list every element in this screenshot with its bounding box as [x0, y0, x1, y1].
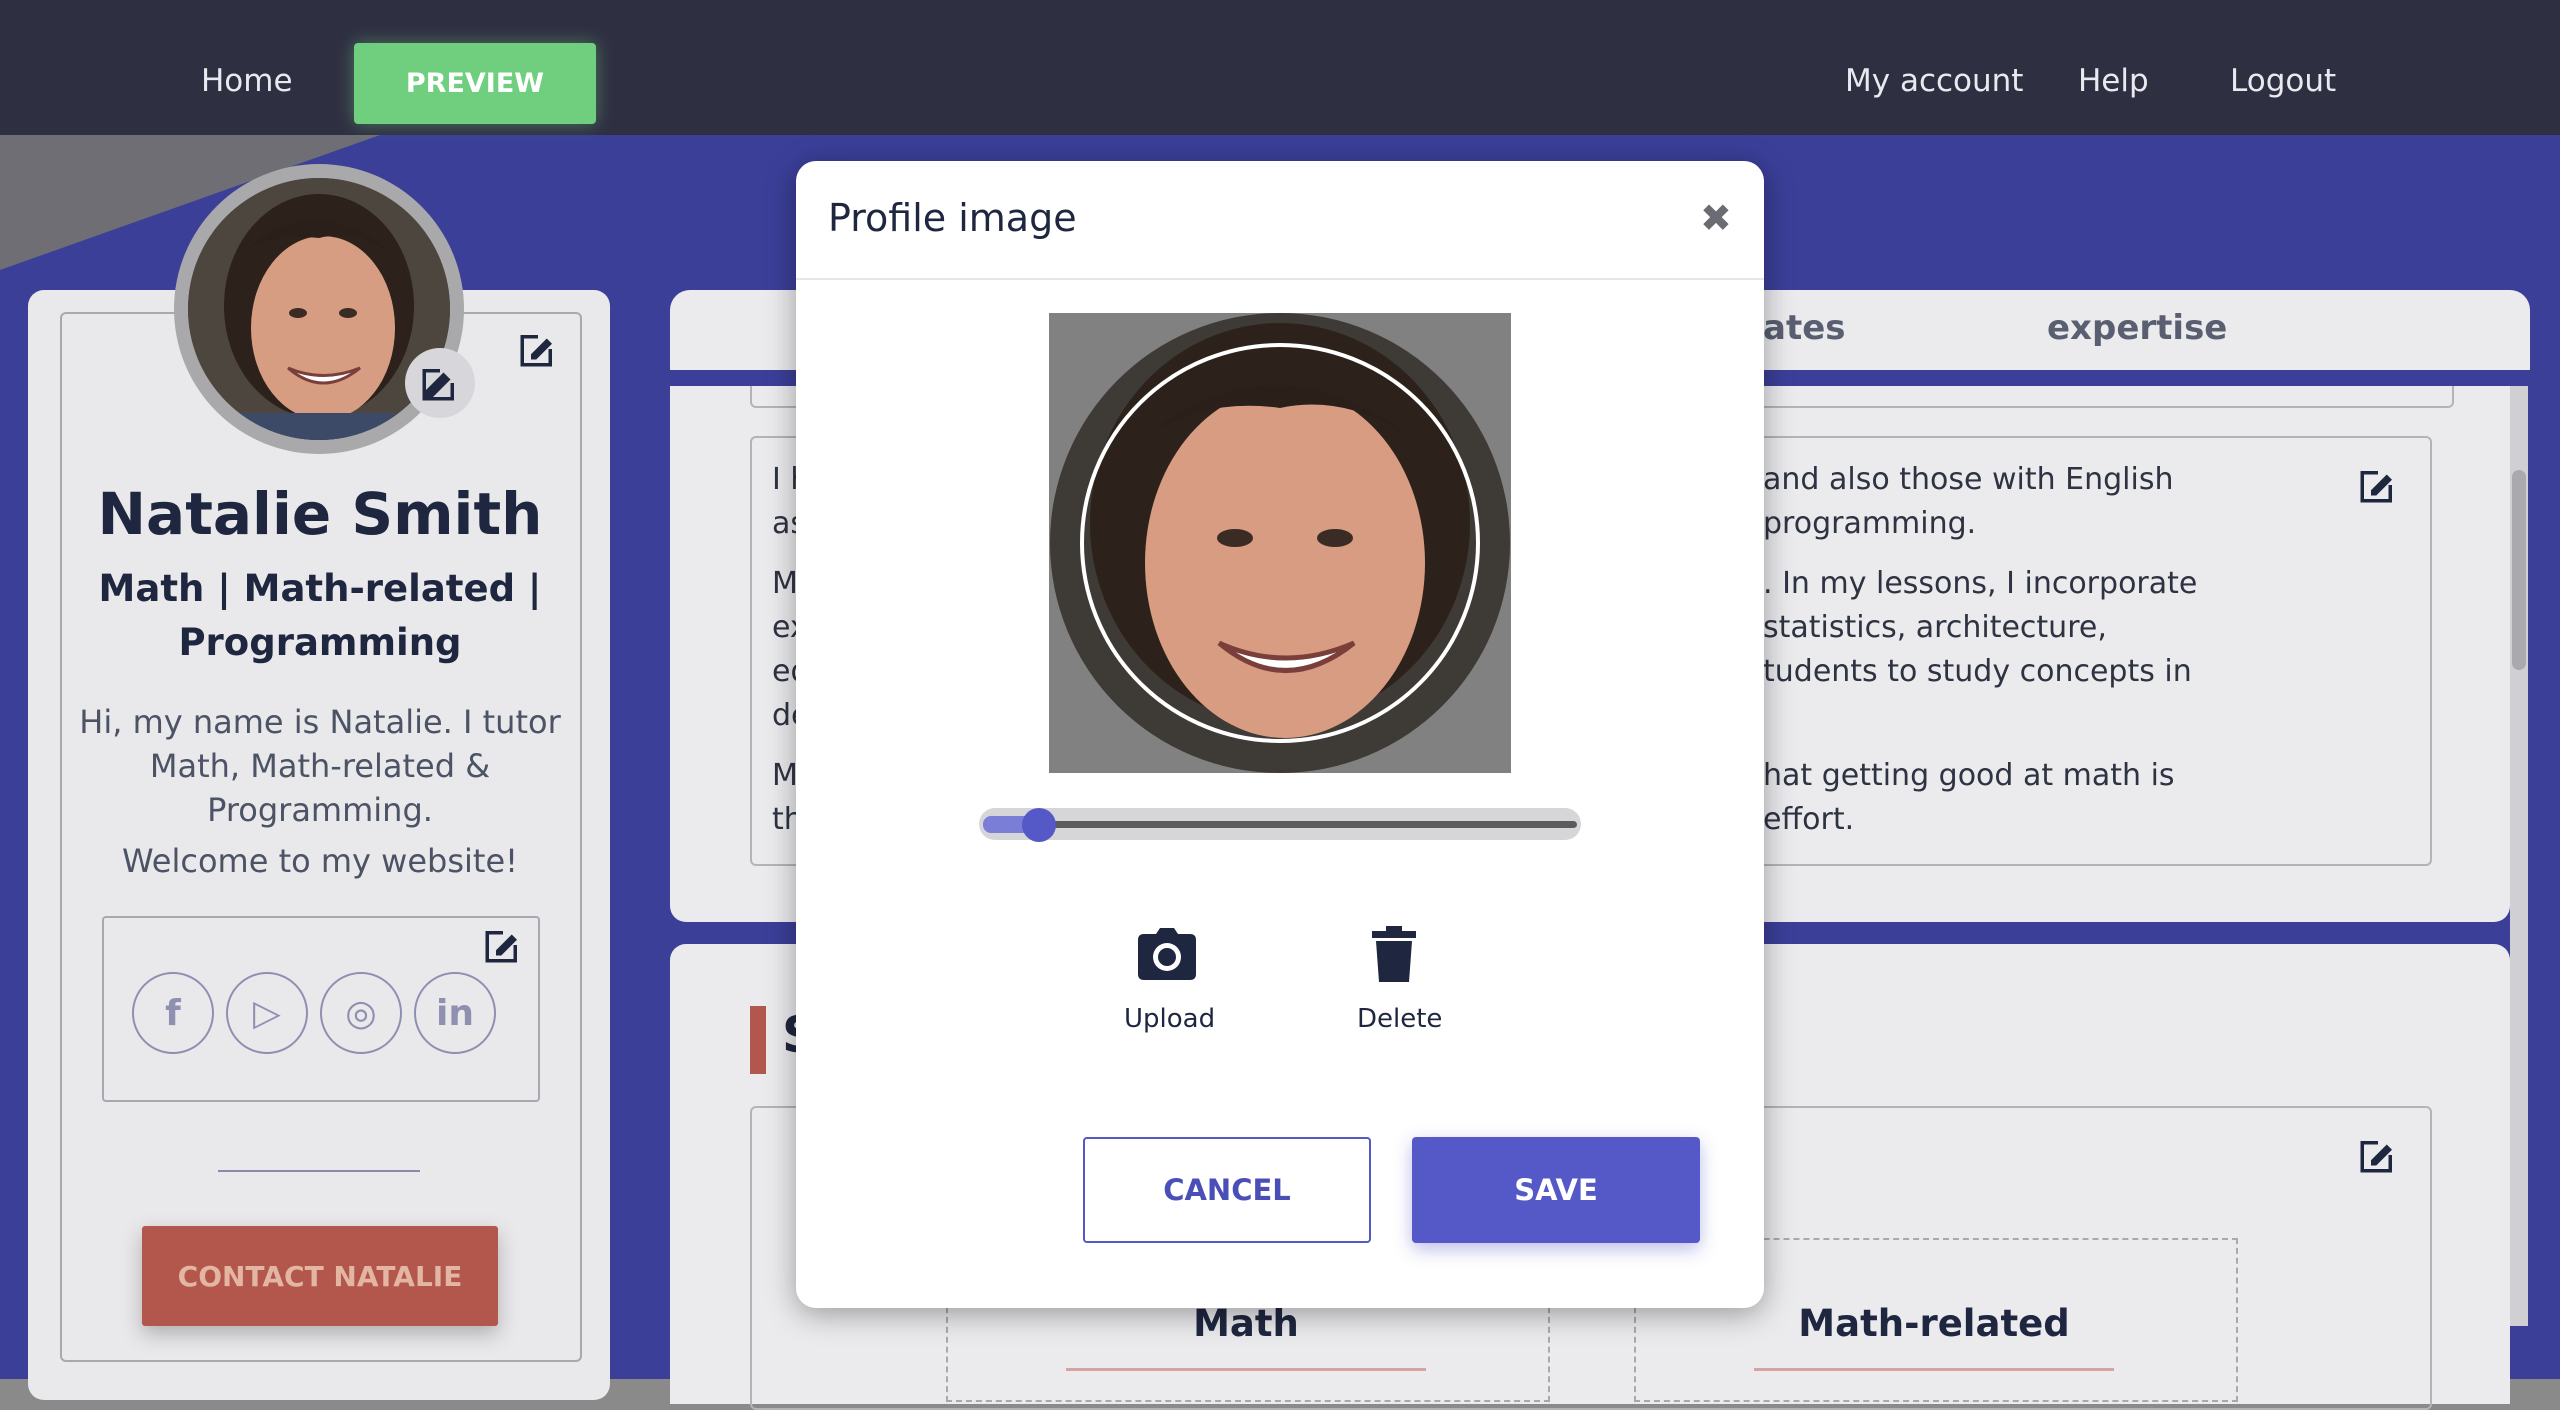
edit-icon[interactable]	[517, 328, 559, 370]
instagram-icon[interactable]: ◎	[320, 972, 402, 1054]
about-line: programming.	[1763, 506, 1977, 541]
edit-icon[interactable]	[482, 924, 524, 966]
preview-button[interactable]: PREVIEW	[354, 43, 596, 124]
upload-button[interactable]	[1138, 928, 1196, 980]
about-line: statistics, architecture,	[1763, 610, 2107, 645]
section-accent	[750, 1006, 766, 1074]
nav-my-account-link[interactable]: My account	[1845, 63, 2023, 99]
avatar-edit-button[interactable]	[405, 348, 475, 418]
nav-home-link[interactable]: Home	[201, 63, 293, 99]
profile-subjects: Math | Math-related | Programming	[98, 567, 542, 664]
zoom-slider-line	[983, 821, 1577, 828]
skill-card-title: Math-related	[1798, 1302, 2070, 1345]
profile-welcome: Welcome to my website!	[122, 842, 518, 880]
nav-help-link[interactable]: Help	[2078, 63, 2149, 99]
facebook-icon[interactable]: f	[132, 972, 214, 1054]
youtube-icon[interactable]: ▷	[226, 972, 308, 1054]
modal-divider	[796, 278, 1764, 280]
nav-logout-link[interactable]: Logout	[2230, 63, 2336, 99]
edit-icon[interactable]	[2357, 464, 2399, 506]
tab-expertise[interactable]: expertise	[2047, 308, 2227, 348]
delete-button[interactable]	[1372, 926, 1416, 982]
divider	[218, 1170, 420, 1172]
zoom-slider-thumb[interactable]	[1021, 808, 1056, 842]
save-button[interactable]: SAVE	[1412, 1137, 1700, 1243]
about-line: and also those with English	[1763, 462, 2174, 497]
skill-card-title: Math	[1193, 1302, 1299, 1345]
about-line: M	[772, 758, 798, 793]
trash-icon	[1372, 926, 1416, 982]
linkedin-icon[interactable]: in	[414, 972, 496, 1054]
skill-underline	[1066, 1368, 1426, 1371]
modal-title: Profile image	[828, 196, 1077, 240]
tab-rates[interactable]: ates	[1763, 308, 1846, 348]
cancel-button[interactable]: CANCEL	[1083, 1137, 1371, 1243]
edit-icon[interactable]	[2357, 1134, 2399, 1176]
profile-name: Natalie Smith	[97, 480, 543, 548]
profile-card-border	[60, 312, 582, 1362]
scrollbar-thumb[interactable]	[2512, 470, 2526, 670]
about-line: . In my lessons, I incorporate	[1763, 566, 2198, 601]
about-line: tudents to study concepts in	[1763, 654, 2192, 689]
delete-label[interactable]: Delete	[1357, 1004, 1442, 1034]
crop-photo	[1049, 313, 1511, 773]
skill-underline	[1754, 1368, 2114, 1371]
profile-bio: Hi, my name is Natalie. I tutor Math, Ma…	[79, 703, 561, 829]
about-line: effort.	[1763, 802, 1855, 837]
image-crop-area[interactable]	[1049, 313, 1511, 773]
close-icon[interactable]: ✖	[1700, 196, 1732, 240]
about-line: hat getting good at math is	[1763, 758, 2175, 793]
edit-icon	[422, 369, 454, 401]
contact-button[interactable]: CONTACT NATALIE	[142, 1226, 498, 1326]
about-line: M	[772, 566, 798, 601]
upload-label[interactable]: Upload	[1124, 1004, 1215, 1034]
camera-icon	[1138, 928, 1196, 980]
